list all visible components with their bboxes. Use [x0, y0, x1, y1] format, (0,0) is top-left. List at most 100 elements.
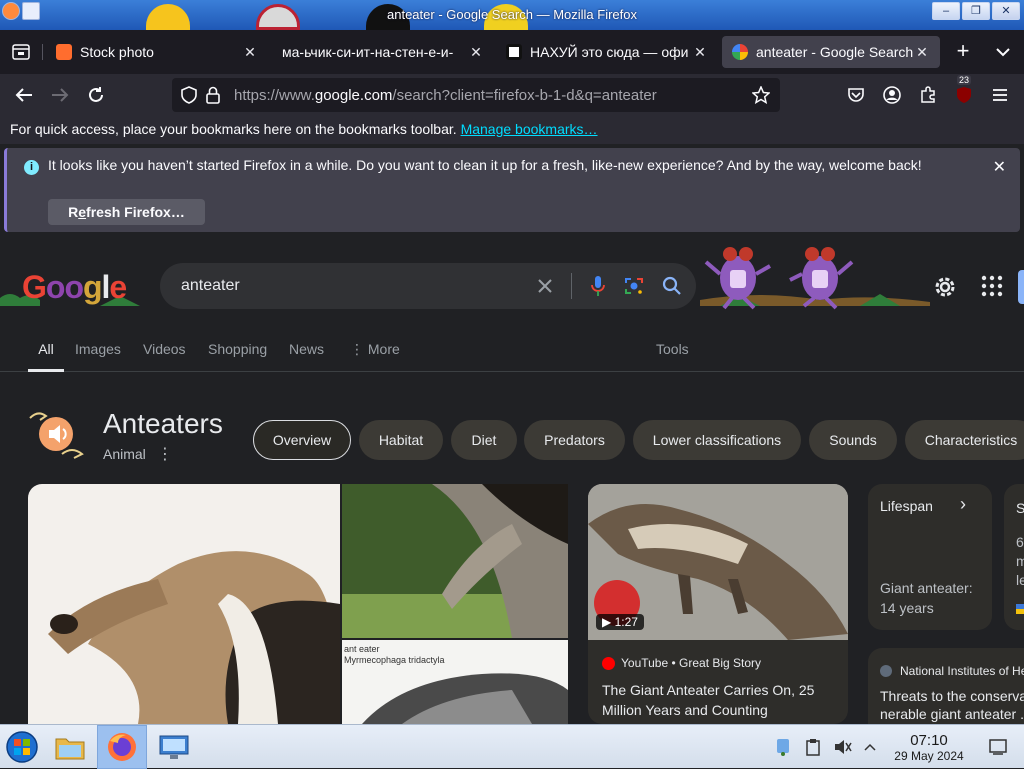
- image-caption-line-1: ant eater: [344, 644, 380, 654]
- new-tab-button[interactable]: +: [946, 36, 980, 68]
- google-apps-grid-icon[interactable]: [980, 274, 1004, 298]
- lifespan-card[interactable]: Lifespan › Giant anteater: 14 years: [868, 484, 992, 630]
- pocket-button[interactable]: [841, 80, 871, 110]
- tray-clipboard-icon[interactable]: [802, 725, 824, 769]
- bookmark-star-button[interactable]: [748, 82, 774, 108]
- maximize-button[interactable]: ❐: [962, 2, 990, 20]
- monitor-settings-icon: [159, 735, 189, 759]
- tab-more[interactable]: ⋮ More: [350, 341, 400, 372]
- knowledge-panel-title: Anteaters: [103, 408, 223, 439]
- doodle-character-icon[interactable]: [702, 240, 774, 310]
- url-prefix: https://www.: [234, 86, 315, 104]
- close-tab-icon[interactable]: ✕: [914, 44, 930, 61]
- search-box[interactable]: anteater: [160, 263, 696, 309]
- anteater-photo-side[interactable]: [342, 484, 568, 638]
- voice-search-microphone-icon[interactable]: [590, 275, 606, 297]
- google-lens-camera-icon[interactable]: [624, 276, 644, 296]
- taskbar-clock[interactable]: 07:10 29 May 2024: [880, 732, 978, 763]
- nih-title-line1: Threats to the conserva: [880, 688, 1024, 704]
- search-divider: [571, 273, 572, 299]
- tray-expand-chevron-up-icon[interactable]: [860, 725, 880, 769]
- video-result-card[interactable]: ▶ 1:27 YouTube • Great Big Story The Gia…: [588, 484, 848, 724]
- tab-boy-on-wall[interactable]: ма-ьчик-си-ит-на-стен-е-и- ✕: [272, 36, 494, 68]
- extensions-button[interactable]: [913, 80, 943, 110]
- close-notification-button[interactable]: ✕: [993, 157, 1006, 177]
- firefox-view-button[interactable]: [0, 30, 42, 74]
- tab-shopping[interactable]: Shopping: [208, 341, 267, 372]
- chip-habitat[interactable]: Habitat: [359, 420, 443, 460]
- tab-russian-site[interactable]: НАХУЙ это сюда — офи ✕: [496, 36, 718, 68]
- nih-result-card[interactable]: National Institutes of He Threats to the…: [868, 648, 1024, 724]
- partial-info-card[interactable]: S 6 m le: [1004, 484, 1024, 630]
- bookmarks-toolbar: For quick access, place your bookmarks h…: [0, 116, 1024, 144]
- video-duration-badge: ▶ 1:27: [596, 614, 644, 630]
- padlock-icon[interactable]: [202, 84, 224, 106]
- back-button[interactable]: [9, 80, 39, 110]
- chip-sounds[interactable]: Sounds: [809, 420, 897, 460]
- close-window-button[interactable]: ✕: [992, 2, 1020, 20]
- sign-in-button[interactable]: [1018, 270, 1024, 304]
- tray-network-icon[interactable]: [772, 725, 794, 769]
- manage-bookmarks-link[interactable]: Manage bookmarks…: [461, 121, 598, 137]
- close-tab-icon[interactable]: ✕: [242, 44, 258, 61]
- taskbar-firefox[interactable]: [97, 725, 147, 769]
- video-title[interactable]: The Giant Anteater Carries On, 25 Millio…: [602, 680, 838, 720]
- video-source: YouTube • Great Big Story: [602, 656, 761, 670]
- app-menu-button[interactable]: [985, 80, 1015, 110]
- anteater-sound-icon[interactable]: [28, 406, 84, 462]
- chip-characteristics[interactable]: Characteristics: [905, 420, 1024, 460]
- tab-all[interactable]: All: [28, 341, 64, 372]
- chip-lower-classifications[interactable]: Lower classifications: [633, 420, 801, 460]
- chip-diet[interactable]: Diet: [451, 420, 517, 460]
- tab-images[interactable]: Images: [75, 341, 121, 372]
- show-desktop-button[interactable]: [984, 725, 1012, 769]
- chip-overview[interactable]: Overview: [253, 420, 351, 460]
- address-bar[interactable]: https://www.google.com/search?client=fir…: [172, 78, 780, 112]
- partial-card-line3: le: [1016, 572, 1024, 588]
- refresh-firefox-button[interactable]: Refresh Firefox…: [48, 199, 205, 225]
- tools-button[interactable]: Tools: [656, 341, 689, 372]
- clear-search-icon[interactable]: [537, 278, 553, 294]
- tab-label: anteater - Google Search: [756, 44, 914, 60]
- taskbar-control-panel[interactable]: [152, 725, 196, 769]
- minimize-button[interactable]: –: [932, 2, 960, 20]
- firefox-view-icon: [12, 44, 30, 60]
- start-button[interactable]: [0, 725, 44, 769]
- url-path: /search?client=firefox-b-1-d&q=anteater: [392, 86, 657, 104]
- url-text[interactable]: https://www.google.com/search?client=fir…: [234, 87, 748, 104]
- tab-videos[interactable]: Videos: [143, 341, 186, 372]
- forward-button[interactable]: [45, 80, 75, 110]
- close-tab-icon[interactable]: ✕: [692, 44, 708, 61]
- tracking-protection-shield-icon[interactable]: [178, 84, 200, 106]
- reload-button[interactable]: [81, 80, 111, 110]
- refresh-firefox-notification: i It looks like you haven’t started Fire…: [4, 148, 1020, 232]
- tab-anteater-search[interactable]: anteater - Google Search ✕: [722, 36, 940, 68]
- google-doodle-logo[interactable]: Google: [22, 269, 127, 306]
- hamburger-menu-icon: [993, 89, 1007, 101]
- chevron-down-icon: [996, 48, 1010, 57]
- anteater-illustration-photo[interactable]: ant eater Myrmecophaga tridactyla: [342, 640, 568, 724]
- google-results-page: Google anteater All Images Videos Shoppi…: [0, 236, 1024, 724]
- list-all-tabs-button[interactable]: [988, 36, 1018, 68]
- tab-news[interactable]: News: [289, 341, 324, 372]
- tab-stock-photo[interactable]: Stock photo ✕: [46, 36, 268, 68]
- video-duration: 1:27: [614, 615, 638, 629]
- doodle-character-icon[interactable]: [784, 240, 856, 310]
- search-input[interactable]: anteater: [181, 277, 537, 295]
- anteater-photo-main[interactable]: [28, 484, 340, 724]
- chip-predators[interactable]: Predators: [524, 420, 625, 460]
- window-title: anteater - Google Search — Mozilla Firef…: [387, 7, 637, 22]
- video-thumbnail[interactable]: ▶ 1:27: [588, 484, 848, 640]
- tray-volume-muted-icon[interactable]: [832, 725, 854, 769]
- more-options-vertical-icon[interactable]: ⋮: [157, 444, 173, 464]
- taskbar-file-manager[interactable]: [48, 725, 92, 769]
- refresh-button-accesskey: e: [78, 204, 87, 220]
- close-tab-icon[interactable]: ✕: [468, 44, 484, 61]
- search-magnifier-icon[interactable]: [662, 276, 682, 296]
- account-button[interactable]: [877, 80, 907, 110]
- settings-gear-icon[interactable]: [932, 274, 958, 300]
- partial-card-letter: S: [1016, 500, 1024, 516]
- start-orb-icon: [6, 731, 38, 763]
- tab-more-label: More: [367, 341, 400, 357]
- chevron-right-icon[interactable]: ›: [960, 494, 966, 515]
